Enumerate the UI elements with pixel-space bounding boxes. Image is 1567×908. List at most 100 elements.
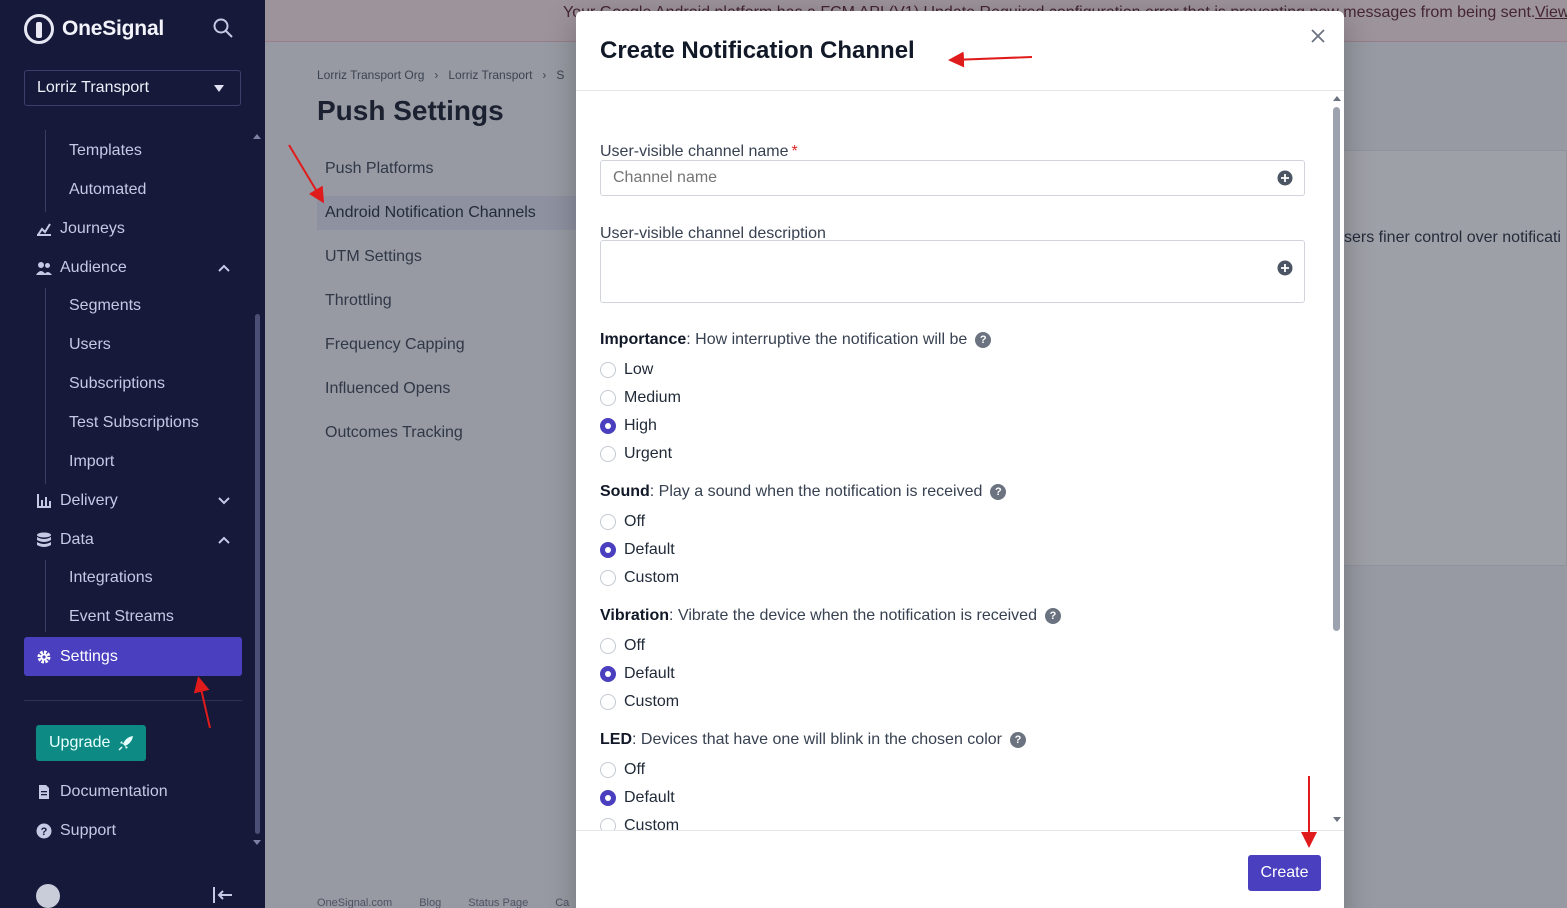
scroll-up-arrow-icon[interactable] <box>1333 96 1341 101</box>
sidebar-item-integrations[interactable]: Integrations <box>69 569 153 587</box>
led-label: LED: Devices that have one will blink in… <box>600 731 1026 749</box>
sidebar-item-label: Settings <box>60 647 118 665</box>
led-option-custom[interactable]: Custom <box>600 817 679 830</box>
search-icon[interactable] <box>213 18 233 38</box>
radio-button[interactable] <box>600 762 616 778</box>
sidebar-item-users[interactable]: Users <box>69 336 111 354</box>
close-icon[interactable] <box>1309 27 1327 45</box>
sidebar-item-settings[interactable]: Settings <box>24 637 242 676</box>
sidebar-item-templates[interactable]: Templates <box>69 142 142 160</box>
radio-button[interactable] <box>600 446 616 462</box>
scroll-up-arrow-icon[interactable] <box>253 134 261 139</box>
sidebar-item-import[interactable]: Import <box>69 453 114 471</box>
scroll-down-arrow-icon[interactable] <box>1333 817 1341 822</box>
importance-option-high[interactable]: High <box>600 417 657 435</box>
sidebar-item-segments[interactable]: Segments <box>69 297 141 315</box>
required-asterisk: * <box>791 143 798 160</box>
radio-label: Off <box>624 761 646 778</box>
sidebar-item-subscriptions[interactable]: Subscriptions <box>69 375 165 393</box>
chevron-up-icon <box>218 536 230 544</box>
upgrade-button[interactable]: Upgrade <box>36 725 146 761</box>
sidebar-divider <box>24 700 242 701</box>
add-variable-icon[interactable] <box>1277 260 1293 276</box>
radio-label: Off <box>624 637 646 654</box>
sidebar-item-label: Delivery <box>60 492 118 509</box>
sidebar-item-label: Data <box>60 531 94 548</box>
sidebar-item-data[interactable]: Data <box>36 531 241 549</box>
radio-button[interactable] <box>600 390 616 406</box>
modal-body: User-visible channel name* User-visible … <box>576 91 1344 830</box>
vibration-option-custom[interactable]: Custom <box>600 693 679 711</box>
led-option-default[interactable]: Default <box>600 789 675 807</box>
rocket-icon <box>118 736 134 751</box>
sidebar-item-automated[interactable]: Automated <box>69 181 146 199</box>
led-desc: : Devices that have one will blink in th… <box>632 731 1002 748</box>
add-variable-icon[interactable] <box>1277 170 1293 186</box>
radio-button[interactable] <box>600 638 616 654</box>
radio-button-selected[interactable] <box>600 666 616 682</box>
radio-label: Medium <box>624 389 681 406</box>
importance-option-urgent[interactable]: Urgent <box>600 445 672 463</box>
importance-label: Importance: How interruptive the notific… <box>600 331 992 349</box>
radio-button[interactable] <box>600 570 616 586</box>
vibration-option-off[interactable]: Off <box>600 637 645 655</box>
radio-button-selected[interactable] <box>600 418 616 434</box>
radio-label: Default <box>624 665 675 682</box>
create-channel-modal: Create Notification Channel User-visible… <box>576 11 1344 908</box>
channel-name-input[interactable] <box>600 160 1305 196</box>
collapse-sidebar-icon[interactable] <box>212 886 234 904</box>
sidebar-item-delivery[interactable]: Delivery <box>36 492 241 510</box>
scroll-down-arrow-icon[interactable] <box>253 840 261 845</box>
gear-icon <box>37 650 51 663</box>
sidebar-item-test-subscriptions[interactable]: Test Subscriptions <box>69 414 199 432</box>
modal-footer-divider <box>576 830 1344 831</box>
help-icon[interactable]: ? <box>1009 732 1026 748</box>
sound-desc: : Play a sound when the notification is … <box>649 483 983 500</box>
radio-button[interactable] <box>600 818 616 830</box>
radio-label: Default <box>624 789 675 806</box>
sidebar-item-support[interactable]: ? Support <box>36 822 241 840</box>
help-circle-icon: ? <box>36 823 52 839</box>
radio-button-selected[interactable] <box>600 542 616 558</box>
channel-name-label-text: User-visible channel name <box>600 143 789 160</box>
radio-label: Custom <box>624 817 680 830</box>
sidebar-item-audience[interactable]: Audience <box>36 259 241 277</box>
modal-scrollbar[interactable] <box>1333 107 1340 631</box>
nav-rail <box>45 130 46 212</box>
help-icon[interactable]: ? <box>975 332 992 348</box>
channel-description-input[interactable] <box>600 240 1305 303</box>
nav-rail <box>45 560 46 632</box>
onesignal-logo[interactable]: OneSignal <box>24 12 239 46</box>
org-select[interactable]: Lorriz Transport <box>24 70 241 106</box>
vibration-option-default[interactable]: Default <box>600 665 675 683</box>
sound-option-default[interactable]: Default <box>600 541 675 559</box>
radio-button[interactable] <box>600 694 616 710</box>
create-button[interactable]: Create <box>1248 855 1321 891</box>
sidebar-item-event-streams[interactable]: Event Streams <box>69 608 174 626</box>
radio-label: Default <box>624 541 675 558</box>
radio-button-selected[interactable] <box>600 790 616 806</box>
importance-option-medium[interactable]: Medium <box>600 389 681 407</box>
help-icon[interactable]: ? <box>1044 608 1061 624</box>
sound-option-custom[interactable]: Custom <box>600 569 679 587</box>
modal-title: Create Notification Channel <box>600 37 915 64</box>
radio-button[interactable] <box>600 514 616 530</box>
journeys-icon <box>37 223 51 236</box>
upgrade-label: Upgrade <box>49 734 111 751</box>
chevron-up-icon <box>218 264 230 272</box>
radio-button[interactable] <box>600 362 616 378</box>
sidebar-item-documentation[interactable]: Documentation <box>36 783 241 801</box>
radio-label: Low <box>624 361 654 378</box>
led-option-off[interactable]: Off <box>600 761 645 779</box>
delivery-chart-icon <box>37 494 51 508</box>
led-title: LED <box>600 731 632 748</box>
org-select-value: Lorriz Transport <box>37 79 150 96</box>
sidebar-scrollbar[interactable] <box>255 314 260 834</box>
sidebar-item-journeys[interactable]: Journeys <box>36 220 241 238</box>
avatar[interactable] <box>36 884 60 908</box>
sound-option-off[interactable]: Off <box>600 513 645 531</box>
radio-label: Urgent <box>624 445 673 462</box>
help-icon[interactable]: ? <box>990 484 1007 500</box>
importance-option-low[interactable]: Low <box>600 361 653 379</box>
svg-text:?: ? <box>41 826 48 838</box>
